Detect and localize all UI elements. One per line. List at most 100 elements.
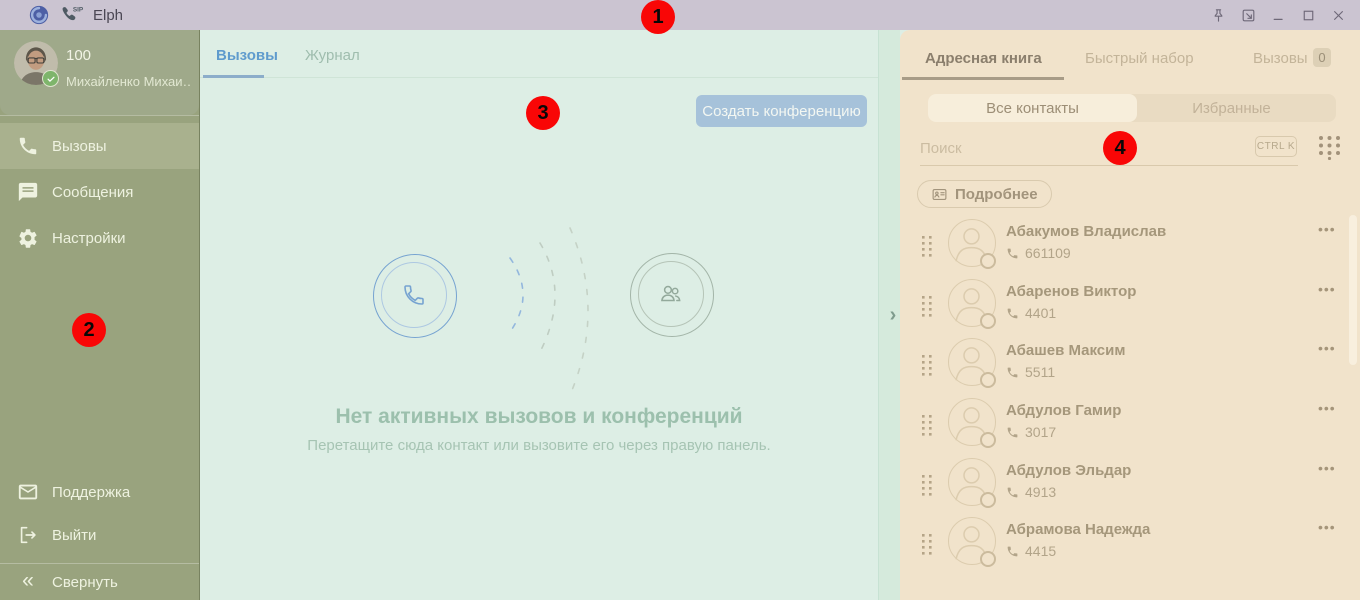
contact-row[interactable]: Абдулов Эльдар 4913 ••• [900, 458, 1360, 514]
annotation-marker-3: 3 [526, 96, 560, 130]
contact-menu-icon[interactable]: ••• [1318, 460, 1336, 476]
phone-icon [1007, 308, 1018, 318]
chevron-right-icon[interactable]: › [885, 301, 901, 329]
sidebar-item-calls[interactable]: Вызовы [0, 123, 199, 169]
contact-avatar [948, 398, 996, 448]
minimize-icon[interactable] [1268, 5, 1288, 25]
contact-name: Абрамова Надежда [1006, 521, 1151, 538]
contact-menu-icon[interactable]: ••• [1318, 519, 1336, 535]
drag-handle-icon[interactable] [922, 296, 933, 318]
presence-indicator [980, 492, 996, 508]
app-title: Elph [93, 6, 124, 24]
tab-journal[interactable]: Журнал [305, 47, 360, 64]
drag-handle-icon[interactable] [922, 355, 933, 377]
message-icon [18, 182, 38, 202]
gear-icon [19, 229, 37, 248]
segment-favorites[interactable]: Избранные [1127, 94, 1336, 122]
user-card[interactable]: 100 Михайленко Михаи… [0, 30, 199, 115]
contact-row[interactable]: Абакумов Владислав 661109 ••• [900, 219, 1360, 275]
tab-speed-dial[interactable]: Быстрый набор [1085, 50, 1194, 67]
contact-avatar [948, 279, 996, 329]
drag-handle-icon[interactable] [922, 236, 933, 258]
tab-calls[interactable]: Вызовы [216, 47, 278, 64]
presence-indicator [980, 253, 996, 269]
sidebar-item-label: Сообщения [52, 183, 134, 201]
sidebar-item-logout[interactable]: Выйти [0, 512, 199, 558]
sidebar-item-messages[interactable]: Сообщения [0, 169, 199, 215]
phone-icon [19, 137, 37, 155]
tab-calls-right[interactable]: Вызовы [1253, 50, 1308, 67]
contact-name: Абдулов Эльдар [1006, 462, 1132, 479]
dialpad-icon[interactable] [1317, 134, 1342, 161]
collapse-label: Свернуть [52, 573, 118, 591]
drag-handle-icon[interactable] [922, 475, 933, 497]
scrollbar-thumb[interactable] [1349, 215, 1357, 365]
contact-name: Абакумов Владислав [1006, 223, 1167, 240]
contact-avatar [948, 458, 996, 508]
presence-indicator [980, 313, 996, 329]
conference-drop-zone[interactable] [630, 253, 714, 337]
ripple-arcs [509, 227, 589, 396]
phone-icon [1007, 487, 1018, 497]
app-window: SIP Elph 100 Михайленко Михаи… Вызовы Со… [0, 0, 1360, 600]
presence-indicator [980, 432, 996, 448]
drag-handle-icon[interactable] [922, 534, 933, 556]
contact-menu-icon[interactable]: ••• [1318, 340, 1336, 356]
presence-indicator [980, 372, 996, 388]
contact-name: Абдулов Гамир [1006, 402, 1122, 419]
call-drop-zone[interactable] [373, 254, 457, 338]
svg-text:SIP: SIP [73, 6, 84, 13]
sidebar-collapse-button[interactable]: « Свернуть [0, 564, 199, 600]
drag-handle-icon[interactable] [922, 415, 933, 437]
contact-avatar [948, 219, 996, 269]
contact-row[interactable]: Абашев Максим 5511 ••• [900, 338, 1360, 394]
sidebar-item-settings[interactable]: Настройки [0, 215, 199, 261]
contact-number: 661109 [1025, 245, 1071, 261]
details-label: Подробнее [955, 185, 1038, 203]
contact-menu-icon[interactable]: ••• [1318, 221, 1336, 237]
contact-number: 4913 [1025, 484, 1057, 500]
popout-icon[interactable] [1238, 5, 1258, 25]
segment-all-contacts[interactable]: Все контакты [928, 94, 1137, 122]
pin-icon[interactable] [1208, 5, 1228, 25]
annotation-marker-1: 1 [641, 0, 675, 34]
contact-menu-icon[interactable]: ••• [1318, 400, 1336, 416]
contacts-filter: Все контакты Избранные [928, 94, 1336, 122]
sidebar-divider [0, 115, 199, 116]
contact-name: Абаренов Виктор [1006, 283, 1137, 300]
active-tab-underline [902, 77, 1064, 80]
close-icon[interactable] [1328, 5, 1348, 25]
collapse-icon: « [22, 569, 34, 592]
phone-icon [1007, 367, 1018, 377]
sidebar: 100 Михайленко Михаи… Вызовы Сообщения Н… [0, 30, 200, 600]
titlebar: SIP Elph [0, 0, 1360, 30]
tab-address-book[interactable]: Адресная книга [925, 50, 1042, 67]
sidebar-item-support[interactable]: Поддержка [0, 469, 199, 515]
sidebar-item-label: Вызовы [52, 137, 107, 155]
contact-card-icon [932, 188, 947, 200]
details-button[interactable]: Подробнее [917, 180, 1052, 208]
contact-row[interactable]: Абрамова Надежда 4415 ••• [900, 517, 1360, 573]
group-icon [661, 285, 681, 302]
sip-phone-icon: SIP [62, 6, 84, 21]
phone-icon [404, 285, 424, 305]
sidebar-item-label: Выйти [52, 526, 97, 544]
sidebar-item-label: Настройки [52, 229, 126, 247]
contacts-panel: Адресная книга Быстрый набор Вызовы 0 Вс… [900, 30, 1360, 600]
annotation-marker-2: 2 [72, 313, 106, 347]
contact-number: 5511 [1025, 364, 1056, 380]
user-avatar [14, 41, 59, 87]
contact-menu-icon[interactable]: ••• [1318, 281, 1336, 297]
phone-icon [1007, 546, 1018, 556]
contact-number: 4415 [1025, 543, 1057, 559]
contact-row[interactable]: Абаренов Виктор 4401 ••• [900, 279, 1360, 335]
presence-indicator [980, 551, 996, 567]
calls-count-badge: 0 [1313, 48, 1331, 67]
contact-row[interactable]: Абдулов Гамир 3017 ••• [900, 398, 1360, 454]
maximize-icon[interactable] [1298, 5, 1318, 25]
logout-icon [20, 526, 36, 544]
contact-avatar [948, 517, 996, 567]
create-conference-button[interactable]: Создать конференцию [696, 95, 867, 127]
contact-number: 4401 [1025, 305, 1057, 321]
contact-row[interactable]: Абрамович Иван ••• [900, 586, 1360, 600]
